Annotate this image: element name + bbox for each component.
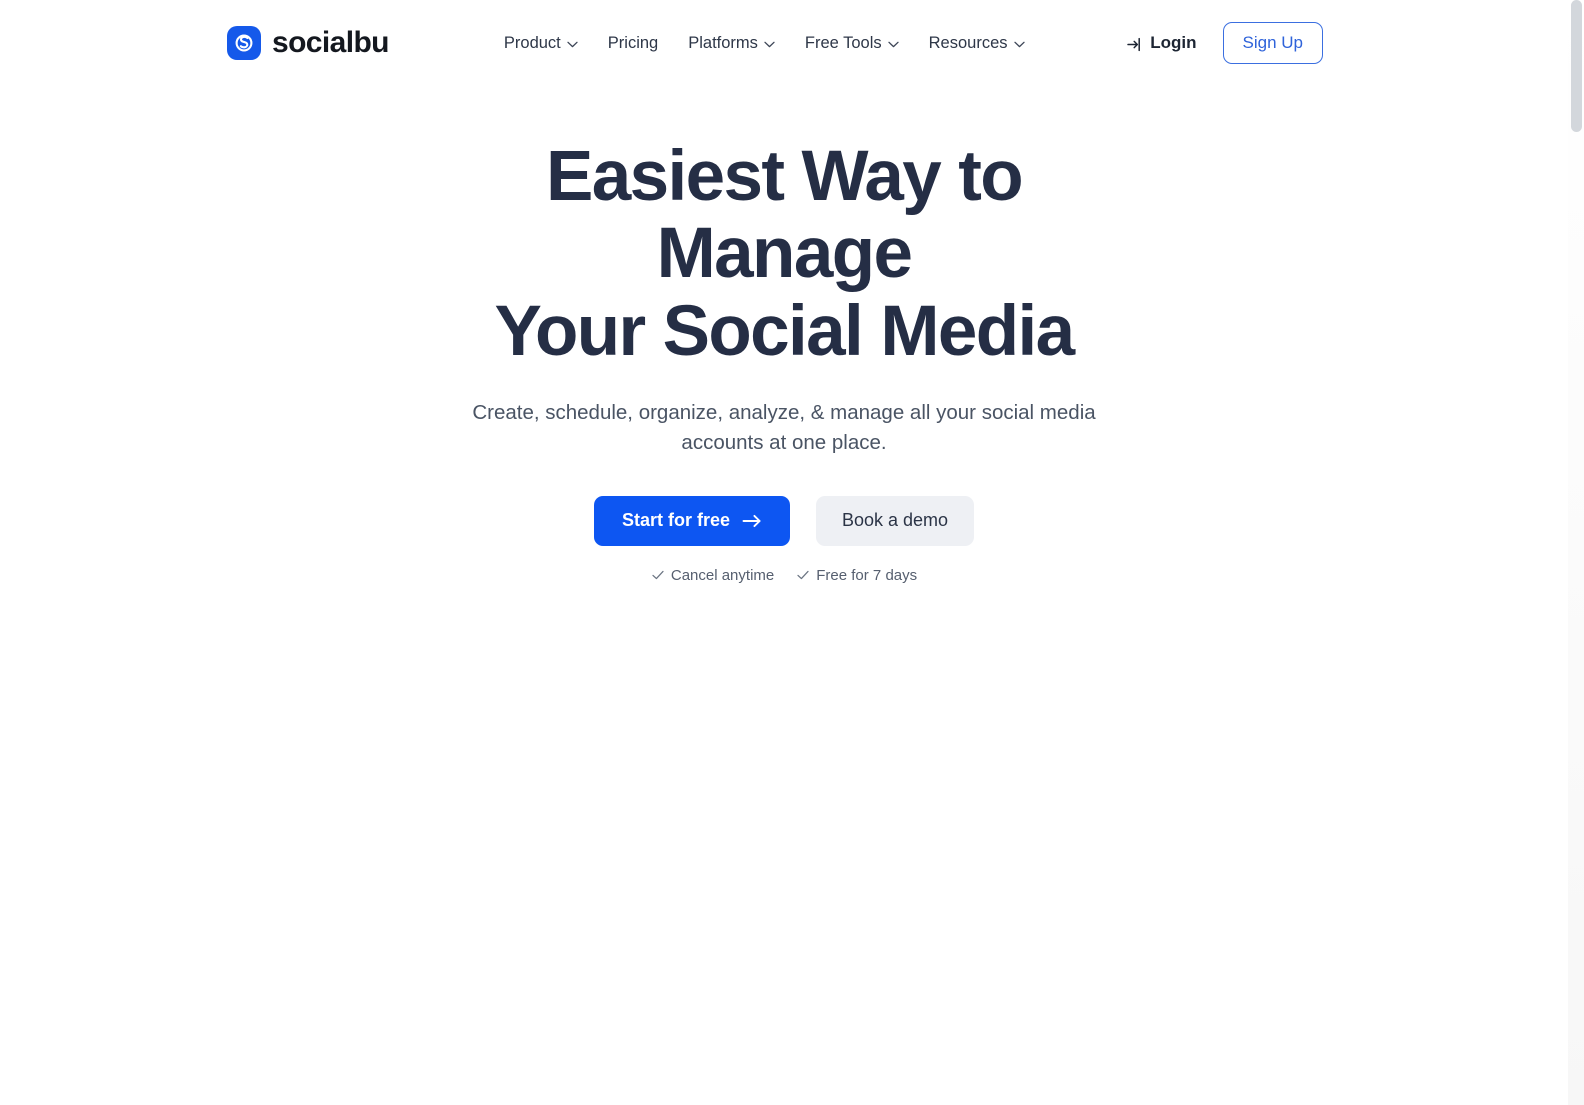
chevron-down-icon	[764, 41, 775, 48]
hero-title-line-1: Easiest Way to Manage	[545, 137, 1024, 294]
trust-note-label: Cancel anytime	[670, 566, 775, 584]
hero-section: Easiest Way to Manage Your Social Media …	[0, 86, 1568, 584]
nav-item-label: Product	[503, 33, 561, 52]
check-icon	[796, 568, 810, 582]
check-icon	[651, 568, 665, 582]
chevron-down-icon	[567, 41, 578, 48]
brand-name: socialbu	[272, 26, 390, 59]
nav-item-resources[interactable]: Resources	[914, 26, 1040, 61]
trust-note-cancel-anytime: Cancel anytime	[651, 567, 774, 584]
hero-subtitle: Create, schedule, organize, analyze, & m…	[472, 401, 1096, 455]
signup-button[interactable]: Sign Up	[1222, 22, 1323, 64]
chevron-down-icon	[1013, 41, 1025, 48]
nav-item-label: Platforms	[688, 33, 758, 52]
chevron-down-icon	[887, 41, 899, 48]
nav-item-label: Free Tools	[804, 33, 882, 52]
primary-navigation: Product Pricing Platforms Free Tools Res…	[489, 26, 1040, 61]
login-arrow-icon	[1126, 36, 1143, 53]
nav-item-label: Resources	[928, 33, 1008, 52]
brand-logo-link[interactable]: socialbu	[227, 26, 390, 60]
start-for-free-button[interactable]: Start for free	[593, 495, 790, 546]
page-root: socialbu Product Pricing Platforms Free …	[0, 0, 1584, 1105]
book-a-demo-button[interactable]: Book a demo	[815, 495, 975, 546]
hero-title-line-2: Your Social Media	[494, 291, 1075, 371]
hero-cta-group: Start for free Book a demo	[0, 495, 1568, 546]
site-header: socialbu Product Pricing Platforms Free …	[0, 0, 1568, 86]
start-for-free-label: Start for free	[621, 510, 730, 531]
socialbu-logo-icon	[227, 26, 261, 60]
page-scrollbar[interactable]	[1568, 0, 1584, 1105]
page-title: Easiest Way to Manage Your Social Media	[414, 86, 1154, 370]
nav-item-product[interactable]: Product	[489, 26, 593, 61]
nav-item-free-tools[interactable]: Free Tools	[790, 26, 914, 61]
nav-item-pricing[interactable]: Pricing	[593, 26, 673, 61]
arrow-right-icon	[742, 513, 762, 529]
hero-trust-notes: Cancel anytime Free for 7 days	[0, 567, 1568, 584]
nav-item-platforms[interactable]: Platforms	[673, 26, 790, 61]
trust-note-label: Free for 7 days	[816, 566, 918, 584]
login-label: Login	[1150, 33, 1197, 52]
scrollbar-track[interactable]	[1568, 0, 1584, 1105]
scrollbar-thumb[interactable]	[1571, 0, 1582, 132]
nav-item-label: Pricing	[607, 33, 659, 52]
trust-note-free-for-7-days: Free for 7 days	[796, 567, 917, 584]
header-actions: Login Sign Up	[1126, 22, 1323, 64]
login-link[interactable]: Login	[1126, 33, 1197, 53]
